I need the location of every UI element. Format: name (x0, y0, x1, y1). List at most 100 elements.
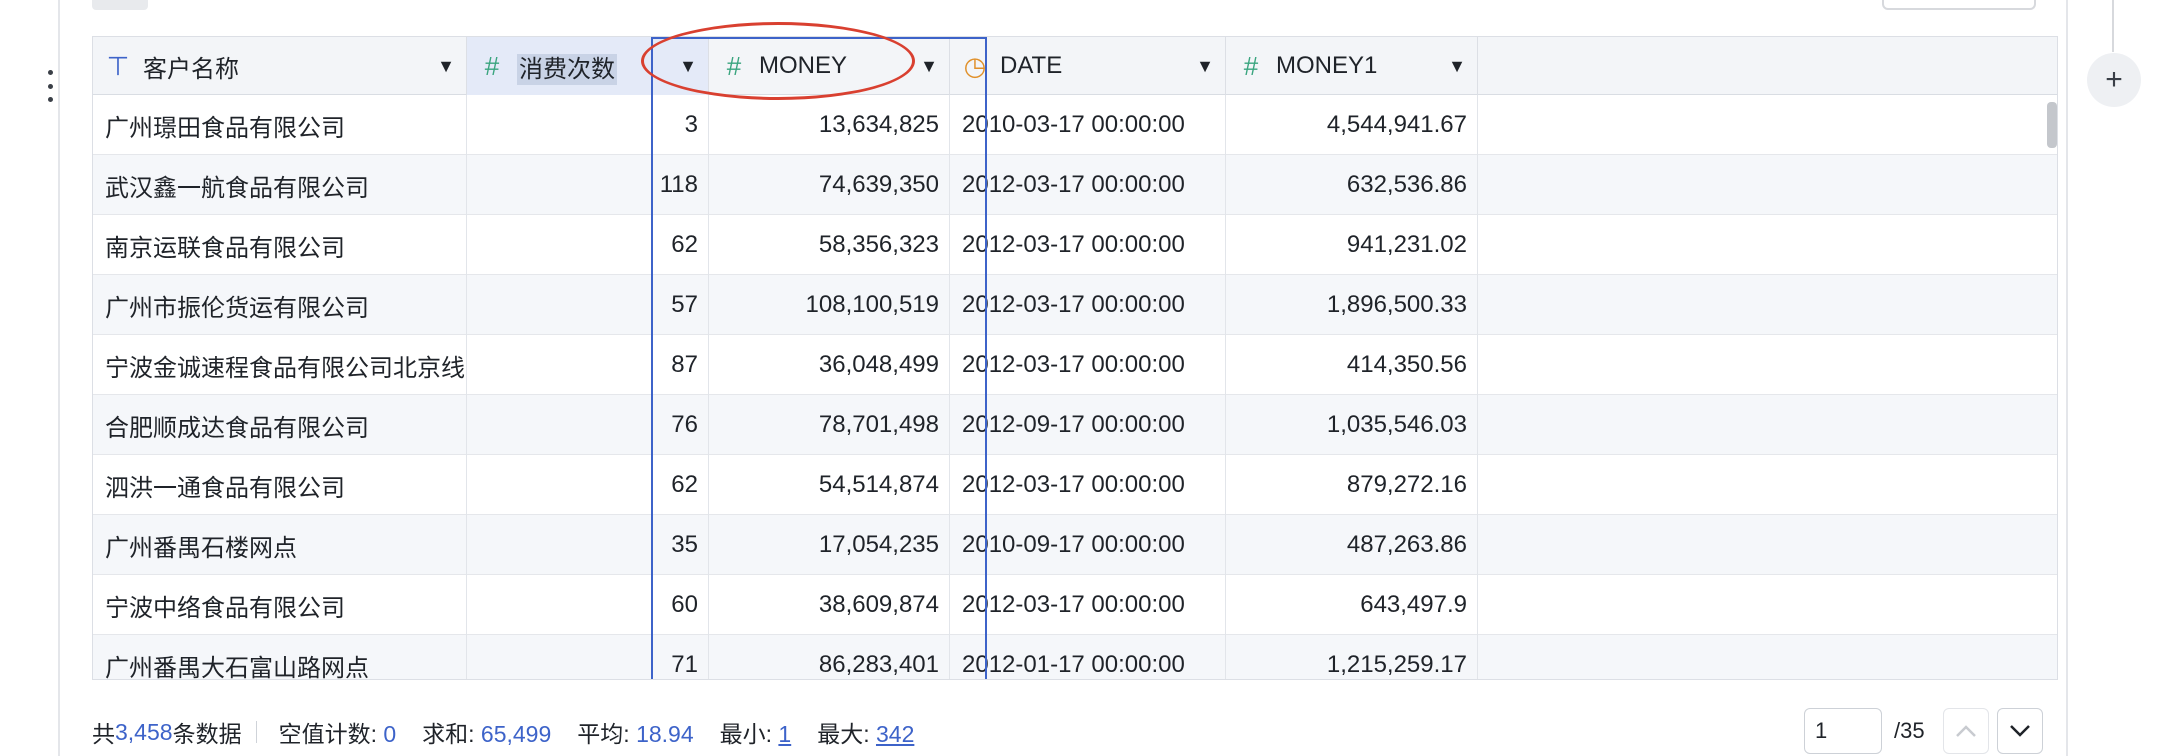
table-cell[interactable]: 2012-03-17 00:00:00 (950, 335, 1226, 395)
table-cell[interactable]: 1,896,500.33 (1226, 275, 1478, 335)
table-cell[interactable]: 南京运联食品有限公司 (93, 215, 467, 275)
table-cell[interactable]: 13,634,825 (709, 95, 950, 155)
table-cell[interactable]: 17,054,235 (709, 515, 950, 575)
table-cell[interactable]: 54,514,874 (709, 455, 950, 515)
column-header[interactable]: # MONEY ▼ (709, 37, 950, 95)
table-cell[interactable]: 泗洪一通食品有限公司 (93, 455, 467, 515)
null-count-stat: 空值计数: 0 (279, 715, 397, 749)
column-header-text: DATE (1000, 52, 1063, 79)
toolbar-button-stub[interactable] (1882, 0, 2036, 10)
table-cell[interactable]: 118 (467, 155, 709, 215)
table-cell[interactable]: 宁波中络食品有限公司 (93, 575, 467, 635)
column-header[interactable]: # 消费次数 ▼ (467, 37, 709, 95)
table-cell[interactable]: 2012-03-17 00:00:00 (950, 455, 1226, 515)
table-row[interactable]: 武汉鑫一航食品有限公司 118 74,639,350 2012-03-17 00:00… (93, 155, 2057, 215)
clock-icon: ◷ (963, 50, 987, 81)
table-cell[interactable]: 3 (467, 95, 709, 155)
table-row[interactable]: 广州番禺石楼网点 35 17,054,235 2010-09-17 00:00:00 4… (93, 515, 2057, 575)
table-cell[interactable]: 632,536.86 (1226, 155, 1478, 215)
null-count-value: 0 (383, 721, 397, 747)
column-header-label: DATE (1000, 52, 1185, 80)
max-value-link[interactable]: 342 (876, 721, 914, 747)
chevron-up-icon (1955, 725, 1976, 737)
min-label: 最小: (719, 721, 773, 747)
table-cell[interactable]: 2010-09-17 00:00:00 (950, 515, 1226, 575)
table-cell[interactable]: 62 (467, 455, 709, 515)
table-cell[interactable]: 57 (467, 275, 709, 335)
column-header[interactable]: ⊤ 客户名称 ▼ (93, 37, 467, 95)
table-cell[interactable]: 1,215,259.17 (1226, 635, 1478, 679)
table-cell[interactable]: 487,263.86 (1226, 515, 1478, 575)
table-cell[interactable]: 108,100,519 (709, 275, 950, 335)
table-cell[interactable]: 60 (467, 575, 709, 635)
caret-down-icon[interactable]: ▼ (909, 56, 949, 77)
sum-value: 65,499 (480, 721, 552, 747)
table-cell[interactable]: 合肥顺成达食品有限公司 (93, 395, 467, 455)
table-row[interactable]: 广州番禺大石富山路网点 71 86,283,401 2012-01-17 00:00:… (93, 635, 2057, 679)
column-header-text: MONEY (759, 52, 848, 79)
table-cell[interactable]: 广州璟田食品有限公司 (93, 95, 467, 155)
table-cell[interactable]: 71 (467, 635, 709, 679)
table-cell[interactable]: 879,272.16 (1226, 455, 1478, 515)
table-row[interactable]: 合肥顺成达食品有限公司 76 78,701,498 2012-09-17 00:00:… (93, 395, 2057, 455)
table-cell[interactable]: 2012-09-17 00:00:00 (950, 395, 1226, 455)
total-count: 3,458 (115, 718, 173, 745)
table-cell[interactable]: 广州市振伦货运有限公司 (93, 275, 467, 335)
vertical-scrollbar[interactable] (2047, 102, 2057, 148)
table-cell[interactable]: 62 (467, 215, 709, 275)
caret-down-icon[interactable]: ▼ (1185, 56, 1225, 77)
table-row[interactable]: 泗洪一通食品有限公司 62 54,514,874 2012-03-17 00:00:0… (93, 455, 2057, 515)
table-cell[interactable]: 36,048,499 (709, 335, 950, 395)
column-header[interactable]: # MONEY1 ▼ (1226, 37, 1478, 95)
caret-down-icon[interactable]: ▼ (668, 56, 708, 77)
table-cell[interactable]: 2012-03-17 00:00:00 (950, 575, 1226, 635)
pagination: /35 (1804, 708, 2043, 754)
card-left-border (58, 0, 60, 756)
table-cell[interactable]: 广州番禺大石富山路网点 (93, 635, 467, 679)
table-cell[interactable]: 76 (467, 395, 709, 455)
drag-handle-icon[interactable] (38, 66, 62, 106)
column-header-label: MONEY1 (1276, 52, 1437, 80)
caret-down-icon[interactable]: ▼ (426, 56, 466, 77)
column-header-label: MONEY (759, 52, 909, 80)
add-column-button[interactable]: + (2087, 53, 2141, 107)
text-type-icon: ⊤ (106, 50, 130, 81)
divider (2112, 0, 2114, 52)
table-row[interactable]: 南京运联食品有限公司 62 58,356,323 2012-03-17 00:00:0… (93, 215, 2057, 275)
table-cell[interactable]: 2012-03-17 00:00:00 (950, 275, 1226, 335)
max-label: 最大: (817, 721, 870, 747)
column-header[interactable]: ◷ DATE ▼ (950, 37, 1226, 95)
page-number-input[interactable] (1804, 708, 1882, 754)
table-cell[interactable]: 2012-01-17 00:00:00 (950, 635, 1226, 679)
table-cell[interactable]: 武汉鑫一航食品有限公司 (93, 155, 467, 215)
table-cell[interactable]: 87 (467, 335, 709, 395)
table-cell[interactable]: 1,035,546.03 (1226, 395, 1478, 455)
toolbar-stub (92, 0, 148, 10)
table-row[interactable]: 广州市振伦货运有限公司 57 108,100,519 2012-03-17 00:00… (93, 275, 2057, 335)
table-cell[interactable]: 35 (467, 515, 709, 575)
table-cell[interactable]: 58,356,323 (709, 215, 950, 275)
table-cell[interactable]: 941,231.02 (1226, 215, 1478, 275)
table-cell[interactable]: 4,544,941.67 (1226, 95, 1478, 155)
column-header-text: MONEY1 (1276, 52, 1378, 79)
prev-page-button[interactable] (1942, 708, 1989, 754)
next-page-button[interactable] (1996, 708, 2043, 754)
chevron-down-icon (2009, 725, 2030, 737)
min-value-link[interactable]: 1 (778, 721, 791, 747)
caret-down-icon[interactable]: ▼ (1437, 56, 1477, 77)
table-cell[interactable]: 643,497.9 (1226, 575, 1478, 635)
table-cell[interactable]: 414,350.56 (1226, 335, 1478, 395)
table-row[interactable]: 广州璟田食品有限公司 3 13,634,825 2010-03-17 00:00:00… (93, 95, 2057, 155)
total-pages: /35 (1894, 718, 1925, 743)
table-cell[interactable]: 2010-03-17 00:00:00 (950, 95, 1226, 155)
table-cell[interactable]: 2012-03-17 00:00:00 (950, 155, 1226, 215)
table-cell[interactable]: 宁波金诚速程食品有限公司北京线 (93, 335, 467, 395)
table-row[interactable]: 宁波中络食品有限公司 60 38,609,874 2012-03-17 00:00:0… (93, 575, 2057, 635)
table-row[interactable]: 宁波金诚速程食品有限公司北京线 87 36,048,499 2012-03-17 00… (93, 335, 2057, 395)
table-cell[interactable]: 74,639,350 (709, 155, 950, 215)
table-cell[interactable]: 广州番禺石楼网点 (93, 515, 467, 575)
table-cell[interactable]: 2012-03-17 00:00:00 (950, 215, 1226, 275)
table-cell[interactable]: 38,609,874 (709, 575, 950, 635)
table-cell[interactable]: 78,701,498 (709, 395, 950, 455)
table-cell[interactable]: 86,283,401 (709, 635, 950, 679)
